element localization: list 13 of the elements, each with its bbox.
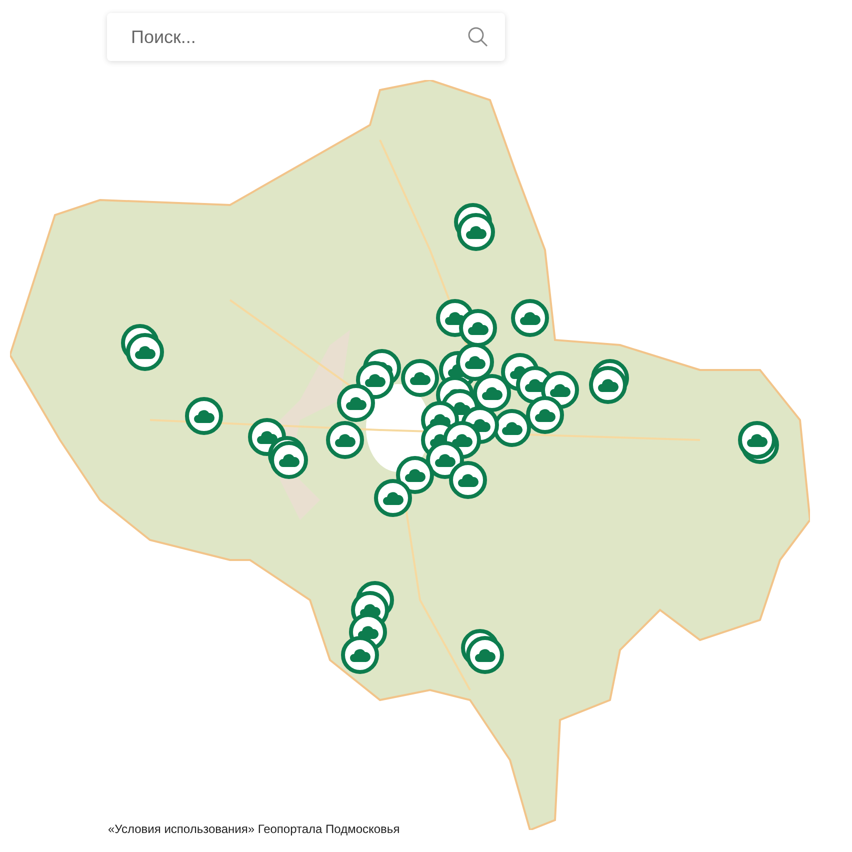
marker-cluster-drawing[interactable] — [589, 359, 629, 404]
cloud-icon — [519, 310, 541, 326]
marker-cluster-drawing[interactable] — [461, 629, 504, 674]
marker-cluster-drawing[interactable] — [738, 421, 779, 464]
cloud-icon — [193, 408, 215, 424]
marker-cluster-drawing[interactable] — [341, 581, 394, 674]
marker-cluster-drawing[interactable] — [454, 203, 495, 251]
terms-of-use-link[interactable]: «Условия использования» Геопортала Подмосковья — [108, 820, 400, 838]
marker-cluster-drawing[interactable] — [248, 418, 308, 479]
search-field[interactable]: Поиск... — [107, 13, 505, 61]
marker-cluster-drawing[interactable] — [326, 299, 579, 517]
marker-cluster-drawing[interactable] — [121, 324, 164, 371]
search-icon[interactable] — [467, 26, 489, 48]
